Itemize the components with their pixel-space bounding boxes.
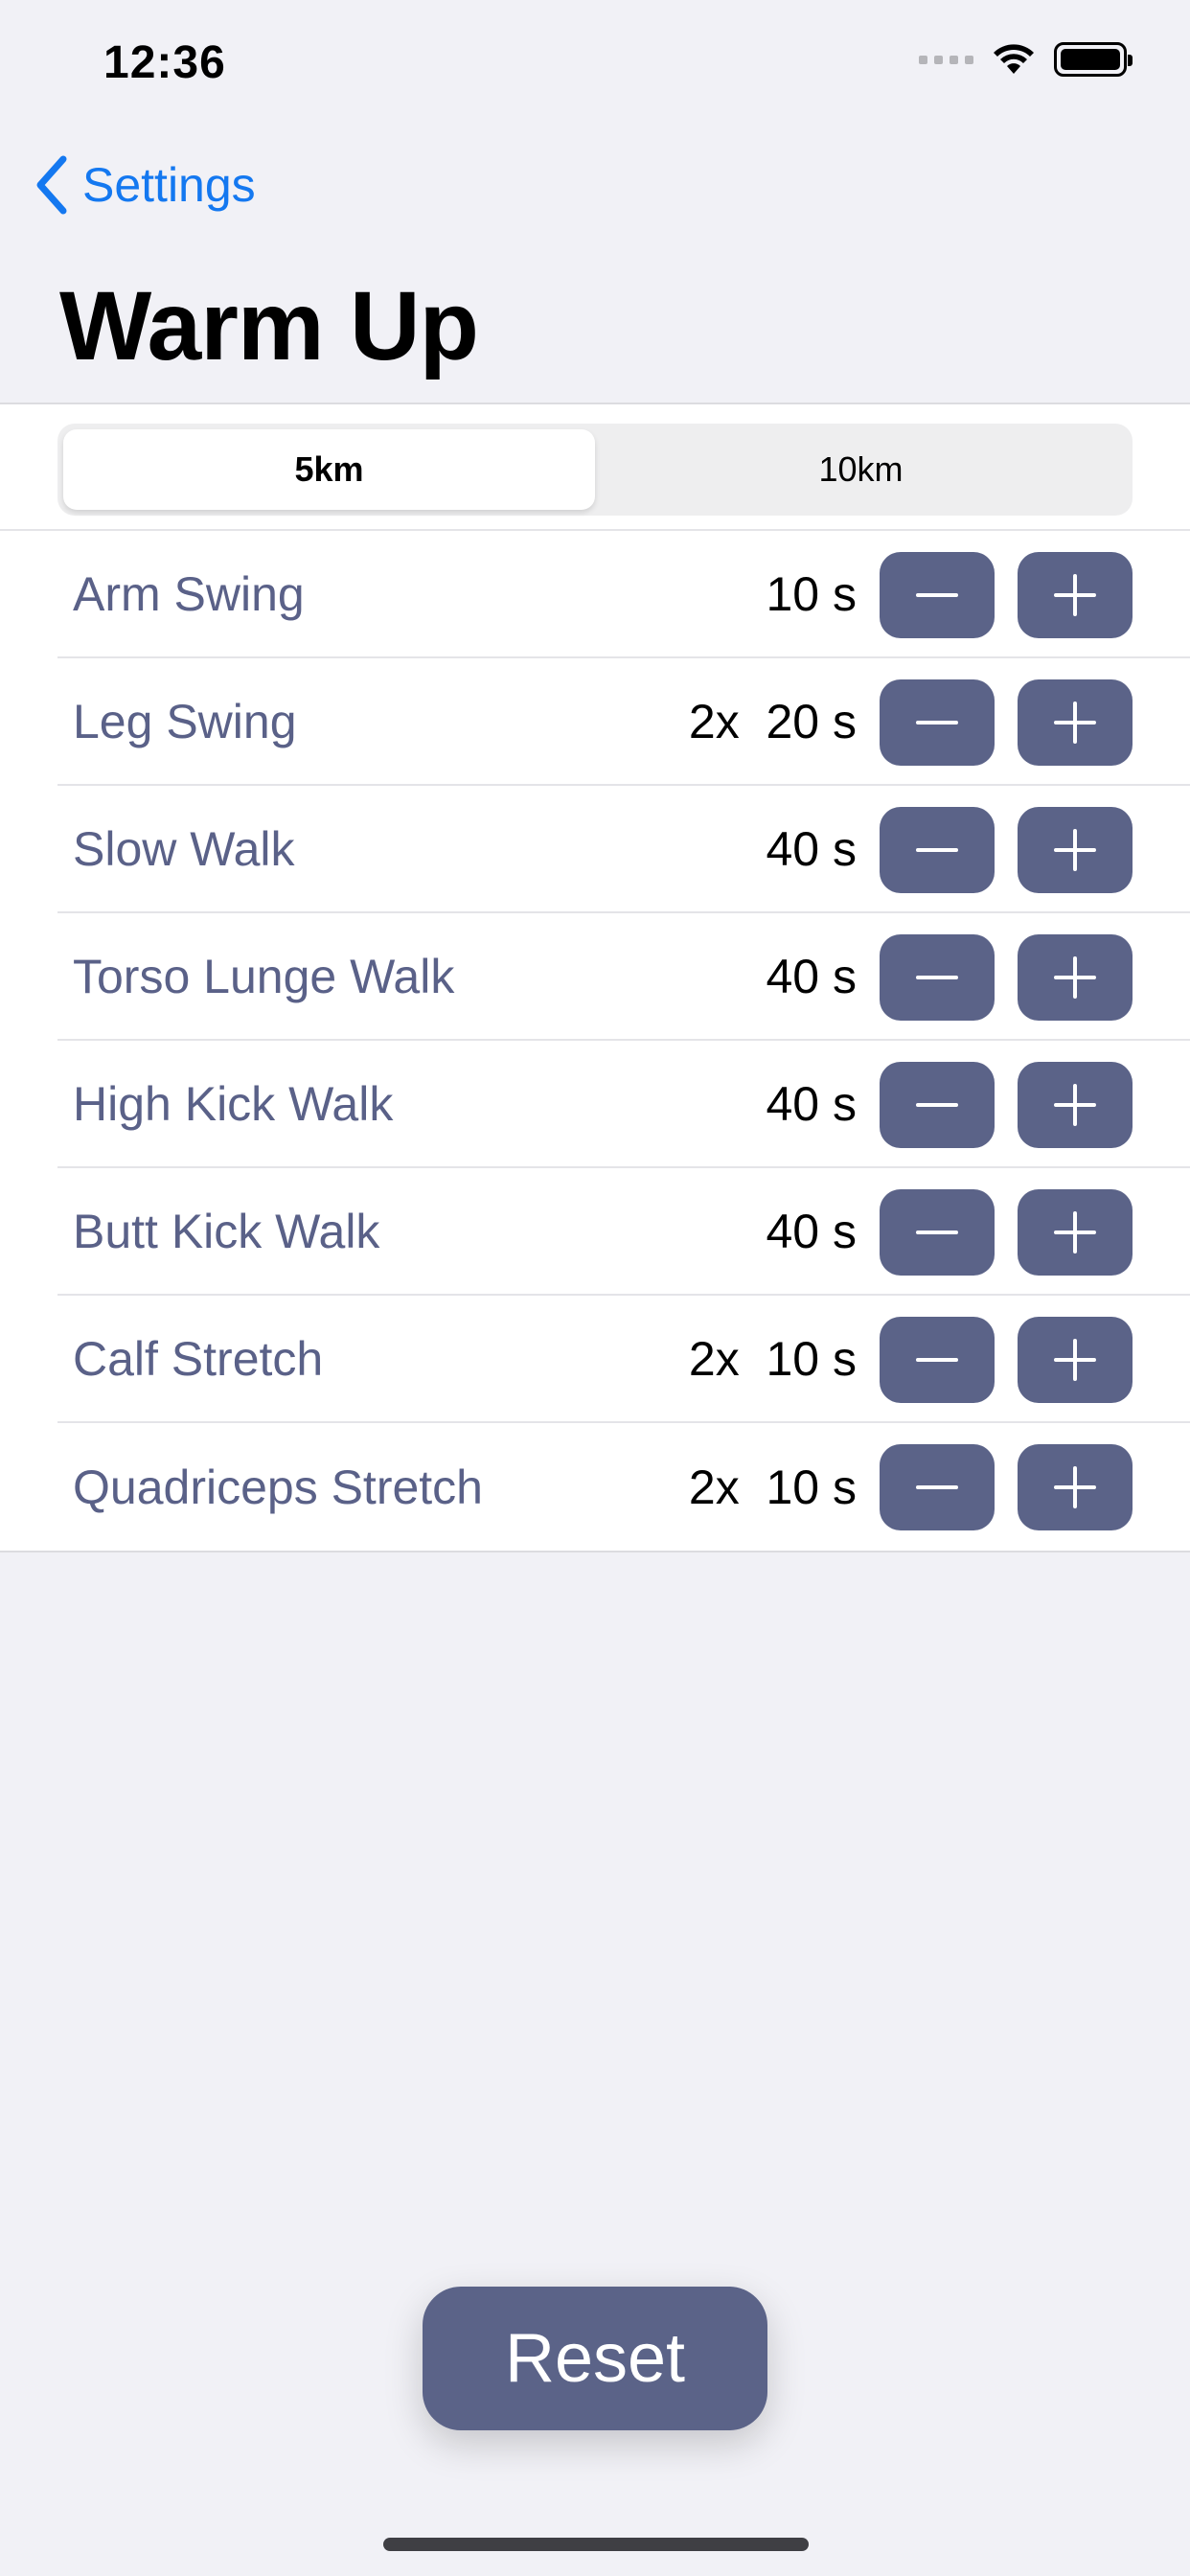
exercise-duration: 40 s (766, 1076, 857, 1131)
table-row: Arm Swing 10 s (57, 531, 1190, 658)
decrement-button[interactable] (880, 552, 995, 638)
exercise-duration: 40 s (766, 821, 857, 876)
status-icons (919, 42, 1133, 77)
increment-button[interactable] (1018, 1317, 1133, 1403)
exercise-name: Arm Swing (73, 566, 305, 621)
minus-icon (916, 593, 958, 597)
home-indicator[interactable] (383, 2538, 809, 2551)
minus-icon (916, 976, 958, 979)
increment-button[interactable] (1018, 807, 1133, 893)
exercise-duration: 2x 20 s (688, 694, 857, 748)
back-label: Settings (82, 158, 256, 212)
warm-up-screen: 12:36 Settings Warm Up 5km 10km Arm Swin… (0, 0, 1190, 2576)
battery-icon (1054, 42, 1133, 77)
table-row: Butt Kick Walk 40 s (57, 1168, 1190, 1296)
exercise-duration: 2x 10 s (688, 1460, 857, 1514)
chevron-left-icon (36, 155, 67, 215)
plus-icon (1054, 574, 1096, 616)
exercise-name: Quadriceps Stretch (73, 1460, 483, 1514)
status-time: 12:36 (103, 37, 226, 88)
increment-button[interactable] (1018, 1062, 1133, 1148)
decrement-button[interactable] (880, 1062, 995, 1148)
minus-icon (916, 1230, 958, 1234)
wifi-icon (991, 42, 1037, 77)
minus-icon (916, 848, 958, 852)
exercise-name: Torso Lunge Walk (73, 949, 455, 1003)
decrement-button[interactable] (880, 1444, 995, 1530)
exercise-name: Calf Stretch (73, 1331, 324, 1386)
distance-segmented-control-row: 5km 10km (0, 404, 1190, 531)
exercise-table: 5km 10km Arm Swing 10 s Leg Swing 2x 20 … (0, 402, 1190, 1552)
plus-icon (1054, 1211, 1096, 1254)
exercise-name: Slow Walk (73, 821, 295, 876)
exercise-duration: 10 s (766, 566, 857, 621)
exercise-name: Leg Swing (73, 694, 297, 748)
plus-icon (1054, 956, 1096, 999)
back-button[interactable]: Settings (34, 155, 256, 215)
table-row: Calf Stretch 2x 10 s (57, 1296, 1190, 1423)
segment-5km[interactable]: 5km (63, 429, 595, 510)
page-title: Warm Up (59, 271, 479, 380)
segment-10km[interactable]: 10km (595, 429, 1127, 510)
plus-icon (1054, 1339, 1096, 1381)
minus-icon (916, 1103, 958, 1107)
minus-icon (916, 721, 958, 724)
table-row: Quadriceps Stretch 2x 10 s (57, 1423, 1190, 1551)
increment-button[interactable] (1018, 679, 1133, 766)
cellular-signal-icon (919, 55, 973, 64)
reset-button[interactable]: Reset (423, 2287, 767, 2430)
table-row: High Kick Walk 40 s (57, 1041, 1190, 1168)
decrement-button[interactable] (880, 1317, 995, 1403)
increment-button[interactable] (1018, 552, 1133, 638)
decrement-button[interactable] (880, 934, 995, 1021)
exercise-duration: 40 s (766, 949, 857, 1003)
increment-button[interactable] (1018, 1444, 1133, 1530)
exercise-duration: 40 s (766, 1204, 857, 1258)
increment-button[interactable] (1018, 1189, 1133, 1276)
exercise-name: High Kick Walk (73, 1076, 394, 1131)
minus-icon (916, 1485, 958, 1489)
status-bar: 12:36 (0, 0, 1190, 134)
table-row: Leg Swing 2x 20 s (57, 658, 1190, 786)
table-row: Torso Lunge Walk 40 s (57, 913, 1190, 1041)
increment-button[interactable] (1018, 934, 1133, 1021)
decrement-button[interactable] (880, 679, 995, 766)
minus-icon (916, 1358, 958, 1362)
decrement-button[interactable] (880, 807, 995, 893)
table-row: Slow Walk 40 s (57, 786, 1190, 913)
distance-segmented-control: 5km 10km (57, 424, 1133, 516)
exercise-duration: 2x 10 s (688, 1331, 857, 1386)
plus-icon (1054, 1084, 1096, 1126)
exercise-name: Butt Kick Walk (73, 1204, 380, 1258)
decrement-button[interactable] (880, 1189, 995, 1276)
plus-icon (1054, 702, 1096, 744)
plus-icon (1054, 1466, 1096, 1508)
plus-icon (1054, 829, 1096, 871)
